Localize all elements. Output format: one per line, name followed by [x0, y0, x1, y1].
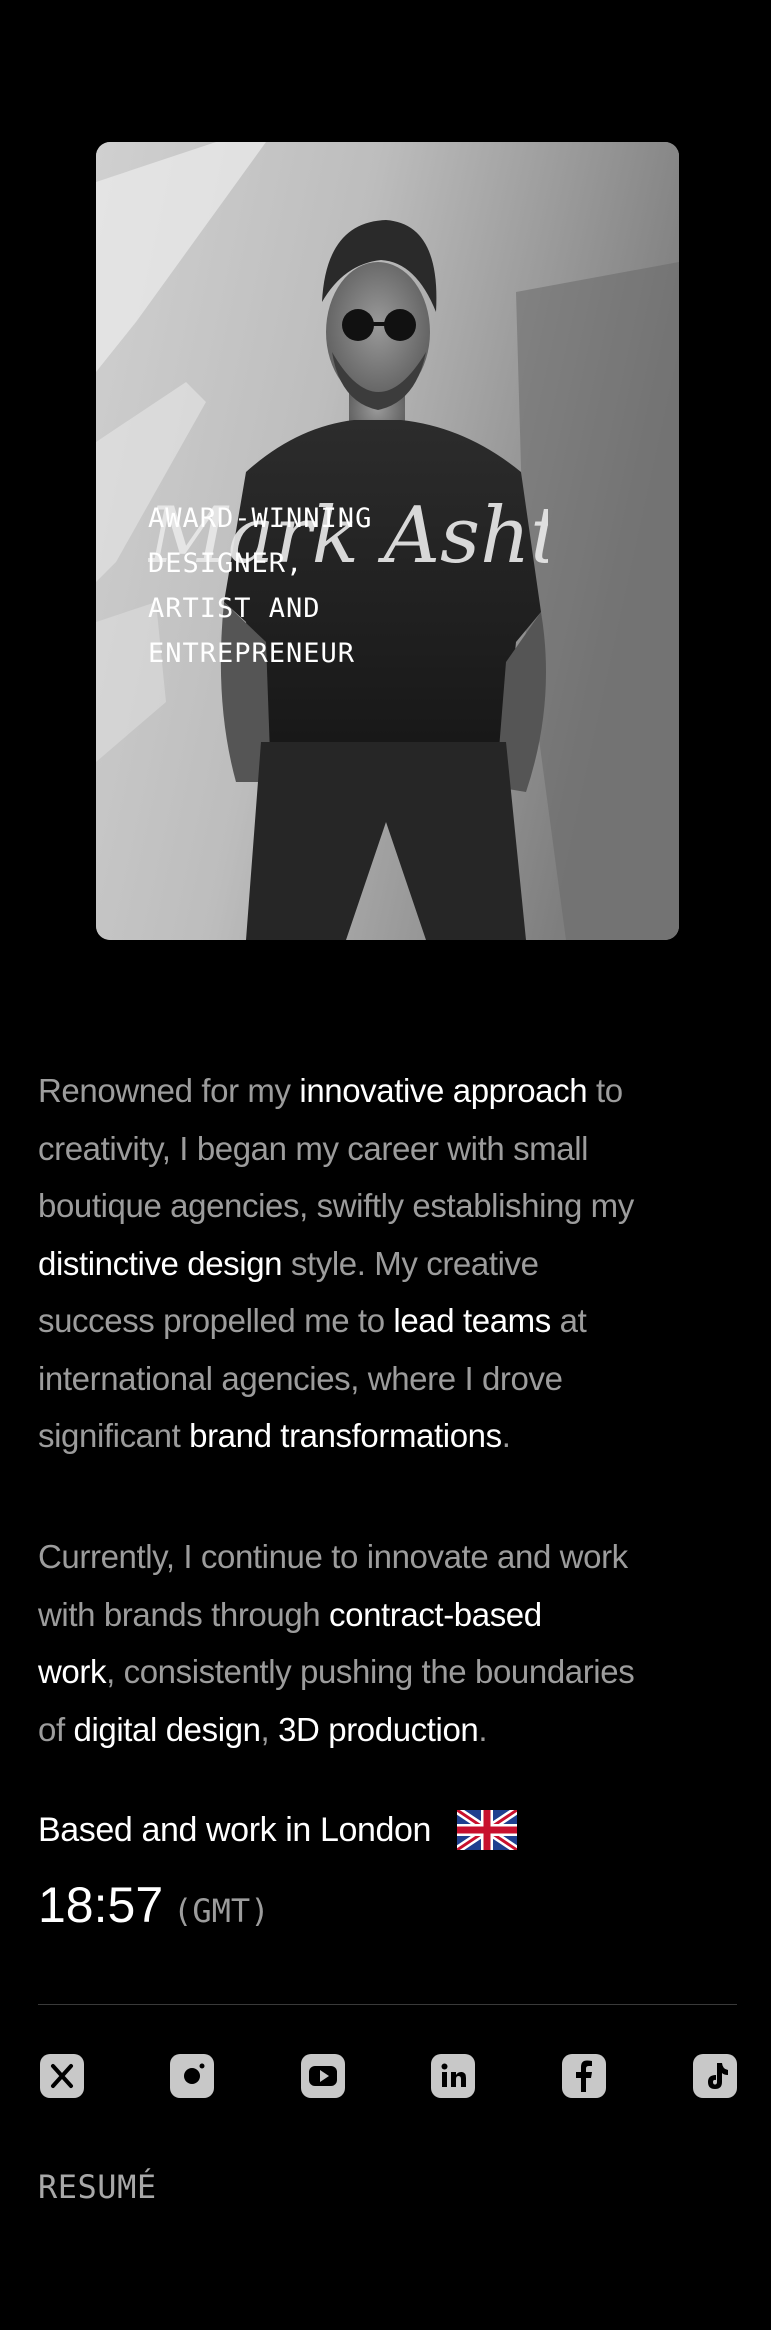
social-tiktok[interactable] [693, 2054, 737, 2098]
instagram-icon [184, 2063, 205, 2084]
bio-line: success propelled me to lead teams at [38, 1292, 738, 1350]
bio-highlight-text: digital design [73, 1710, 261, 1748]
bio-text: with brands through [38, 1595, 330, 1633]
tagline-line: ARTIST AND [148, 593, 321, 624]
facebook-icon [576, 2060, 592, 2092]
bio-line: with brands through contract-based [38, 1586, 738, 1644]
bio-highlight-text: innovative approach [299, 1072, 588, 1109]
tagline-line: DESIGNER, [148, 548, 304, 579]
tiktok-icon [708, 2063, 728, 2089]
section-divider [38, 2004, 737, 2005]
bio-highlight-text: 3D production [278, 1710, 479, 1748]
x-icon [51, 2064, 73, 2088]
social-facebook[interactable] [562, 2054, 606, 2098]
resume-link[interactable]: RESUMÉ [38, 2168, 157, 2206]
bio-text: at [550, 1302, 587, 1339]
bio-line: of digital design, 3D production. [38, 1701, 738, 1759]
bio-text: boutique agencies, swiftly establishing … [38, 1187, 634, 1224]
location-text: Based and work in London [38, 1810, 432, 1849]
bio-highlight-text: contract-based [329, 1595, 542, 1633]
bio-line: creativity, I began my career with small [38, 1120, 738, 1178]
bio-line: boutique agencies, swiftly establishing … [38, 1177, 738, 1235]
bio-line: Currently, I continue to innovate and wo… [38, 1528, 738, 1586]
bio-text: to [587, 1072, 623, 1109]
bio-text: Renowned for my [38, 1072, 300, 1109]
social-x[interactable] [40, 2054, 84, 2098]
bio-text: style. My creative [282, 1244, 539, 1282]
bio-text: of [38, 1710, 74, 1748]
bio-highlight-text: lead teams [393, 1302, 551, 1339]
bio-highlight-text: brand transformations [189, 1417, 502, 1454]
bio-line: work, consistently pushing the boundarie… [38, 1643, 738, 1701]
bio-text: international agencies, where I drove [38, 1359, 563, 1397]
bio-text: significant [38, 1417, 190, 1454]
hero-tagline: AWARD-WINNING DESIGNER, ARTIST AND ENTRE… [148, 496, 372, 676]
social-instagram[interactable] [170, 2054, 214, 2098]
bio-text: , consistently pushing the boundaries [106, 1653, 635, 1690]
uk-flag-icon [457, 1810, 518, 1850]
linkedin-icon [441, 2063, 466, 2087]
clock-timezone: (GMT) [173, 1892, 270, 1930]
bio-highlight-text: work [38, 1653, 107, 1690]
bio-paragraph-1: Renowned for my innovative approach to cr… [38, 1062, 738, 1465]
bio-highlight-text: distinctive design [38, 1244, 283, 1282]
bio-text: , [260, 1710, 279, 1748]
social-youtube[interactable] [301, 2054, 345, 2098]
local-clock: 18:57 (GMT) [38, 1876, 269, 1934]
tagline-line: ENTREPRENEUR [148, 638, 356, 669]
bio-text: creativity, I began my career with small [38, 1129, 589, 1167]
bio-paragraph-2: Currently, I continue to innovate and wo… [38, 1528, 738, 1758]
bio-line: Renowned for my innovative approach to [38, 1062, 738, 1120]
bio-text: Currently, I continue to innovate and wo… [38, 1538, 628, 1575]
bio-line: distinctive design style. My creative [38, 1235, 738, 1293]
bio-text: . [478, 1710, 488, 1748]
bio-text: . [501, 1417, 511, 1454]
social-linkedin[interactable] [431, 2054, 475, 2098]
bio-text: success propelled me to [38, 1302, 394, 1339]
social-links [38, 2054, 737, 2102]
bio-line: international agencies, where I drove [38, 1350, 738, 1408]
tagline-line: AWARD-WINNING [148, 503, 373, 534]
clock-time: 18:57 [38, 1877, 164, 1933]
bio-line: significant brand transformations. [38, 1407, 738, 1465]
youtube-icon [309, 2066, 337, 2086]
location-row: Based and work in London [38, 1810, 518, 1850]
